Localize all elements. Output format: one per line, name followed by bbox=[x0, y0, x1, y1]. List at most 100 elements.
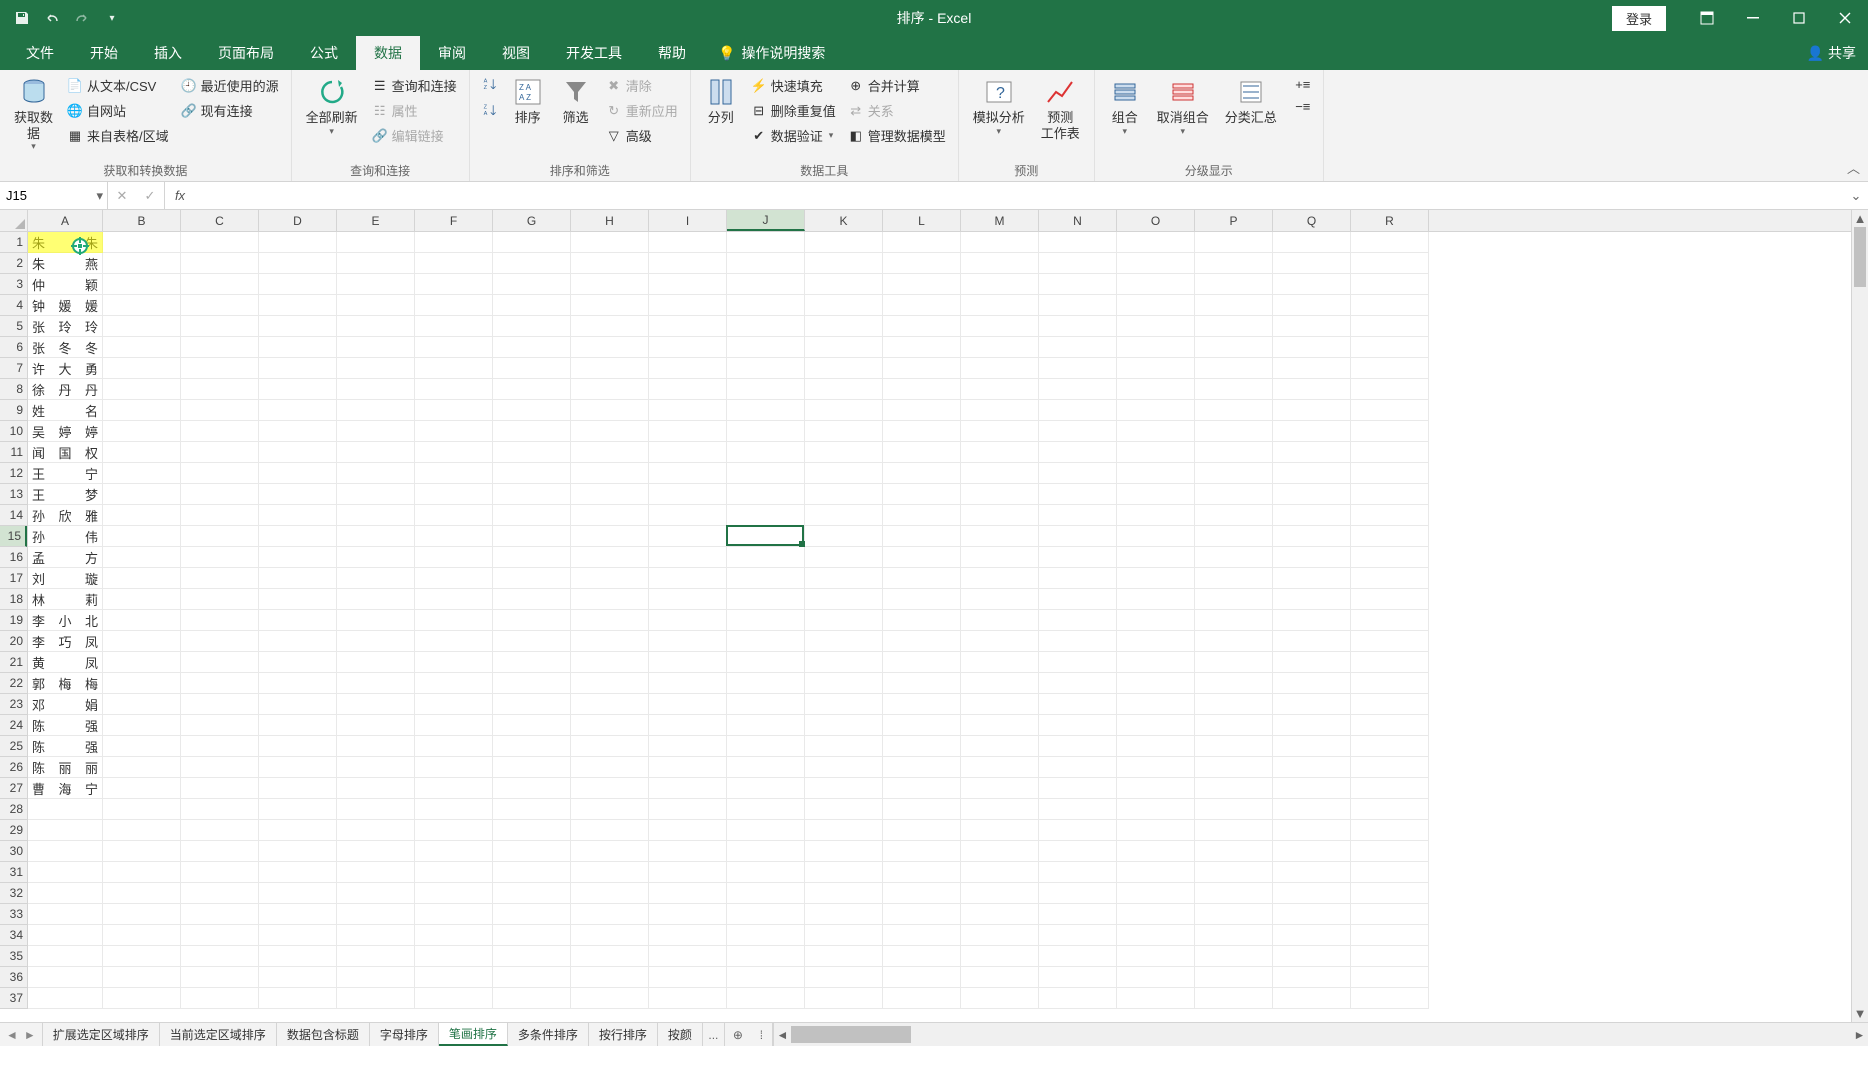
cell[interactable] bbox=[805, 232, 883, 253]
row-header[interactable]: 11 bbox=[0, 442, 27, 463]
cell[interactable] bbox=[649, 610, 727, 631]
cell[interactable] bbox=[1195, 967, 1273, 988]
edit-links-button[interactable]: 🔗编辑链接 bbox=[368, 124, 461, 147]
undo-icon[interactable] bbox=[42, 8, 62, 28]
qat-dropdown-icon[interactable]: ▾ bbox=[102, 8, 122, 28]
cell[interactable] bbox=[649, 442, 727, 463]
sheet-tab[interactable]: 当前选定区域排序 bbox=[160, 1023, 277, 1046]
cell[interactable] bbox=[1195, 862, 1273, 883]
name-box-input[interactable] bbox=[6, 188, 86, 203]
ribbon-tab-0[interactable]: 文件 bbox=[8, 36, 72, 70]
cell[interactable] bbox=[571, 547, 649, 568]
cell[interactable] bbox=[259, 400, 337, 421]
cell[interactable] bbox=[1351, 946, 1429, 967]
cell[interactable] bbox=[493, 463, 571, 484]
properties-button[interactable]: ☷属性 bbox=[368, 99, 461, 122]
cell[interactable] bbox=[727, 652, 805, 673]
cell[interactable] bbox=[103, 988, 181, 1009]
row-header[interactable]: 8 bbox=[0, 379, 27, 400]
cell[interactable] bbox=[1195, 841, 1273, 862]
cell[interactable] bbox=[571, 799, 649, 820]
cell[interactable] bbox=[493, 526, 571, 547]
cell[interactable] bbox=[337, 841, 415, 862]
cell[interactable] bbox=[493, 505, 571, 526]
clear-filter-button[interactable]: ✖清除 bbox=[602, 74, 682, 97]
cell[interactable] bbox=[1351, 610, 1429, 631]
cell[interactable] bbox=[961, 274, 1039, 295]
cell[interactable] bbox=[259, 652, 337, 673]
cell[interactable] bbox=[1039, 862, 1117, 883]
cell[interactable] bbox=[181, 526, 259, 547]
cell[interactable] bbox=[571, 421, 649, 442]
cell[interactable] bbox=[181, 337, 259, 358]
new-sheet-button[interactable]: ⊕ bbox=[725, 1023, 751, 1046]
cell[interactable]: 张冬冬 bbox=[28, 337, 103, 358]
tab-scroll-handle[interactable]: ⁞ bbox=[751, 1023, 773, 1046]
row-header[interactable]: 29 bbox=[0, 820, 27, 841]
cell[interactable] bbox=[1195, 421, 1273, 442]
cell[interactable] bbox=[181, 484, 259, 505]
cell[interactable] bbox=[805, 421, 883, 442]
group-button[interactable]: 组合 ▾ bbox=[1103, 74, 1147, 139]
ribbon-tab-1[interactable]: 开始 bbox=[72, 36, 136, 70]
cell[interactable] bbox=[103, 862, 181, 883]
vertical-scrollbar[interactable]: ▲ ▼ bbox=[1851, 210, 1868, 1022]
cell[interactable] bbox=[961, 946, 1039, 967]
cell[interactable] bbox=[883, 547, 961, 568]
cell[interactable]: 吴婷婷 bbox=[28, 421, 103, 442]
column-header[interactable]: B bbox=[103, 210, 181, 231]
cell[interactable] bbox=[1117, 568, 1195, 589]
cell[interactable] bbox=[805, 904, 883, 925]
cell[interactable] bbox=[961, 379, 1039, 400]
cell[interactable] bbox=[493, 232, 571, 253]
cell[interactable] bbox=[1117, 484, 1195, 505]
cell[interactable] bbox=[1273, 883, 1351, 904]
cell[interactable] bbox=[649, 652, 727, 673]
cell[interactable] bbox=[259, 673, 337, 694]
cell[interactable] bbox=[415, 610, 493, 631]
cell[interactable] bbox=[961, 988, 1039, 1009]
cell[interactable] bbox=[727, 568, 805, 589]
cell[interactable]: 郭梅梅 bbox=[28, 673, 103, 694]
cell[interactable] bbox=[181, 631, 259, 652]
cell[interactable] bbox=[571, 925, 649, 946]
cell[interactable] bbox=[259, 421, 337, 442]
cell[interactable] bbox=[181, 442, 259, 463]
cell[interactable] bbox=[1195, 652, 1273, 673]
cell[interactable] bbox=[571, 358, 649, 379]
cell[interactable] bbox=[493, 715, 571, 736]
cell[interactable] bbox=[571, 295, 649, 316]
cell[interactable] bbox=[493, 337, 571, 358]
cell[interactable] bbox=[415, 694, 493, 715]
cell[interactable] bbox=[1195, 295, 1273, 316]
cell[interactable] bbox=[727, 673, 805, 694]
cell[interactable] bbox=[883, 631, 961, 652]
cell[interactable]: 黄凤 bbox=[28, 652, 103, 673]
cell[interactable] bbox=[649, 274, 727, 295]
cell[interactable] bbox=[493, 925, 571, 946]
cell[interactable] bbox=[103, 841, 181, 862]
cell[interactable] bbox=[961, 883, 1039, 904]
cell[interactable] bbox=[1039, 232, 1117, 253]
cell[interactable] bbox=[1351, 652, 1429, 673]
cell[interactable] bbox=[805, 757, 883, 778]
cell[interactable] bbox=[961, 421, 1039, 442]
cell[interactable] bbox=[493, 673, 571, 694]
cell[interactable] bbox=[883, 568, 961, 589]
cell[interactable] bbox=[727, 253, 805, 274]
cell[interactable] bbox=[883, 799, 961, 820]
cell[interactable] bbox=[259, 526, 337, 547]
cell[interactable] bbox=[103, 652, 181, 673]
cell[interactable] bbox=[727, 694, 805, 715]
cell[interactable] bbox=[961, 757, 1039, 778]
cell[interactable] bbox=[1351, 526, 1429, 547]
cell[interactable] bbox=[1039, 904, 1117, 925]
cell[interactable] bbox=[571, 316, 649, 337]
cell[interactable] bbox=[1117, 337, 1195, 358]
cell[interactable] bbox=[961, 400, 1039, 421]
cell[interactable] bbox=[1117, 715, 1195, 736]
cell[interactable]: 李巧凤 bbox=[28, 631, 103, 652]
cell[interactable] bbox=[493, 610, 571, 631]
cell[interactable] bbox=[259, 862, 337, 883]
cell[interactable] bbox=[1273, 295, 1351, 316]
